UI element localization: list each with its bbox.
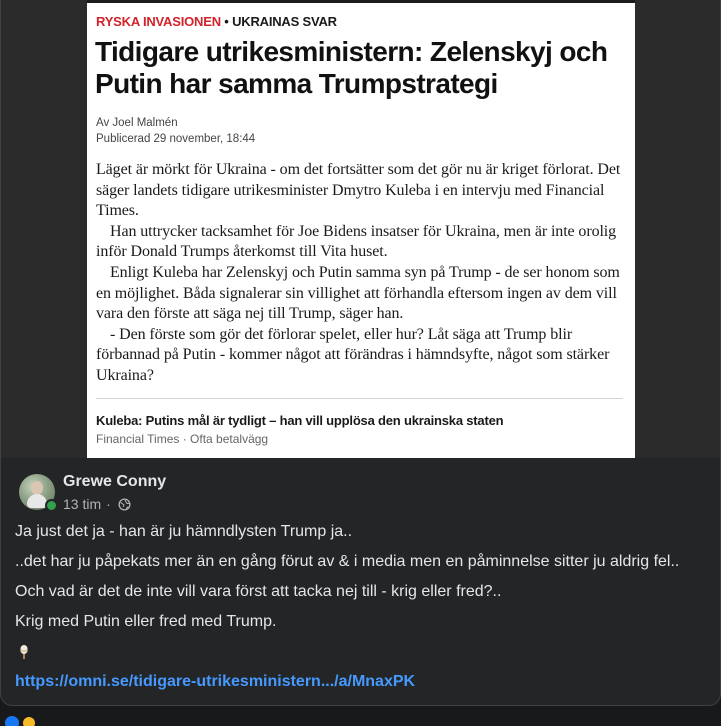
article-author: Av Joel Malmén	[96, 117, 178, 129]
article-paragraph: Läget är mörkt för Ukraina - om det fort…	[96, 161, 621, 220]
article-kicker-topic: UKRAINAS SVAR	[232, 14, 337, 29]
article-paragraph: - Den förste som gör det förlorar spelet…	[96, 325, 610, 384]
article-paragraph: Enligt Kuleba har Zelenskyj och Putin sa…	[96, 263, 620, 323]
emoji-line	[15, 640, 715, 670]
feed-viewport: RYSKA INVASIONEN • UKRAINAS SVAR Tidigar…	[0, 0, 721, 726]
article-kicker-section: RYSKA INVASIONEN	[96, 14, 221, 29]
article-page: RYSKA INVASIONEN • UKRAINAS SVAR Tidigar…	[87, 0, 635, 458]
post-line: Ja just det ja - han är ju hämndlysten T…	[15, 523, 353, 540]
article-top-rule	[87, 0, 635, 3]
post-line: Och vad är det de inte vill vara först a…	[15, 583, 502, 600]
related-article-meta: Financial Times · Ofta betalvägg	[96, 432, 268, 446]
shared-post-card: RYSKA INVASIONEN • UKRAINAS SVAR Tidigar…	[0, 0, 721, 706]
article-published: Publicerad 29 november, 18:44	[96, 133, 256, 145]
like-icon	[5, 716, 19, 726]
post-header: Grewe Conny 13 tim ·	[1, 458, 720, 518]
related-separator: ·	[179, 432, 191, 446]
article-body: Läget är mörkt för Ukraina - om det fort…	[96, 160, 626, 387]
article-divider	[96, 398, 623, 399]
ice-cream-icon	[20, 644, 28, 659]
post-meta: 13 tim ·	[63, 496, 131, 512]
avatar-face	[31, 481, 43, 495]
article-screenshot-image[interactable]: RYSKA INVASIONEN • UKRAINAS SVAR Tidigar…	[1, 0, 720, 458]
online-status-dot	[45, 499, 58, 512]
post-line: Krig med Putin eller fred med Trump.	[15, 613, 277, 630]
related-source: Financial Times	[96, 432, 180, 446]
avatar[interactable]	[19, 474, 58, 512]
article-kicker-separator: •	[220, 14, 233, 29]
article-title: Tidigare utrikesministern: Zelenskyj och…	[95, 36, 608, 99]
post-link[interactable]: https://omni.se/tidigare-utrikesminister…	[15, 673, 415, 690]
avatar-body	[27, 494, 47, 508]
article-paragraph: Han uttrycker tacksamhet för Joe Bidens …	[96, 222, 617, 261]
author-name[interactable]: Grewe Conny	[63, 473, 166, 491]
post-text: Ja just det ja - han är ju hämndlysten T…	[15, 520, 715, 694]
reaction-icons[interactable]	[5, 716, 36, 726]
globe-icon[interactable]	[118, 497, 131, 511]
related-article-title: Kuleba: Putins mål är tydligt – han vill…	[96, 413, 504, 428]
meta-separator: ·	[106, 496, 111, 512]
post-line: ..det har ju påpekats mer än en gång för…	[15, 553, 680, 570]
related-paywall: Ofta betalvägg	[190, 432, 269, 446]
haha-icon	[22, 716, 36, 726]
article-byline: Av Joel Malmén Publicerad 29 november, 1…	[96, 115, 255, 147]
post-timestamp[interactable]: 13 tim	[63, 496, 101, 512]
article-kicker: RYSKA INVASIONEN • UKRAINAS SVAR	[96, 14, 337, 29]
